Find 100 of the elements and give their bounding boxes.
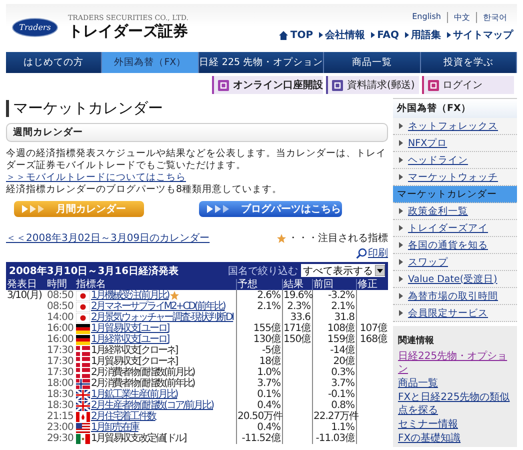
header-link[interactable]: FAQ bbox=[377, 30, 399, 40]
time-cell-text: 14:00 bbox=[46, 312, 74, 323]
indicator-link[interactable]: 1月鉱工業生産(前月比) bbox=[91, 389, 178, 400]
logo-badge[interactable]: Traders bbox=[12, 18, 58, 36]
sidebar-item[interactable]: マーケットウォッチ bbox=[393, 169, 517, 186]
time-cell-text: 08:50 bbox=[46, 290, 74, 301]
sidebar-item[interactable]: トレイダーズアイ bbox=[393, 220, 517, 237]
table-cell: -14億 bbox=[312, 345, 356, 356]
header-link[interactable]: 用語集 bbox=[411, 28, 441, 42]
related-link[interactable]: セミナー情報 bbox=[398, 418, 512, 431]
bullet-icon bbox=[399, 157, 403, 163]
nav-tab[interactable]: はじめての方 bbox=[6, 52, 102, 73]
language-link[interactable]: 中文 bbox=[447, 12, 476, 23]
sidebar-item[interactable]: Value Date(受渡日) bbox=[393, 271, 517, 288]
indicator-link[interactable]: 2月住宅着工件数 bbox=[91, 411, 156, 422]
sidebar-item[interactable]: NFXプロ bbox=[393, 135, 517, 152]
germany-flag-icon bbox=[76, 324, 90, 334]
indicator-link[interactable]: 2月マネーサプライM2+CD(前年比) bbox=[91, 301, 225, 312]
action-button[interactable]: ログイン bbox=[422, 76, 514, 94]
blog-note: 経済指標カレンダーのブログパーツも8種類用意しています。 bbox=[6, 184, 284, 196]
bullet-icon bbox=[399, 225, 403, 231]
indicator-link[interactable]: 1月経常収支[ユーロ] bbox=[91, 334, 169, 345]
nav-tab[interactable]: 外国為替（FX） bbox=[102, 52, 199, 73]
time-cell-text: 17:30 bbox=[46, 367, 74, 378]
sidebar-item[interactable]: 各国の通貨を知る bbox=[393, 237, 517, 254]
intro-text: 今週の経済指標発表スケジュールや結果などを公表します。当カレンダーは、トレイダーズ証券モバイルトレードでもご覧いただけます。 bbox=[6, 148, 387, 172]
bullet-icon bbox=[319, 32, 324, 38]
print-link[interactable]: 印刷 bbox=[356, 246, 388, 260]
table-cell: -5億 bbox=[236, 345, 282, 356]
indicator-name: 1月貿易収支[クローネ] bbox=[91, 356, 178, 367]
indicator-link[interactable]: 1月貿易収支[ユーロ] bbox=[91, 323, 169, 334]
language-link[interactable]: 한국어 bbox=[476, 12, 513, 23]
section-header: 週間カレンダー bbox=[6, 123, 388, 142]
sidebar-item[interactable]: マーケットカレンダー bbox=[393, 186, 517, 203]
table-cell: 107億 bbox=[356, 323, 388, 334]
time-cell-text: 16:00 bbox=[46, 323, 74, 334]
sidebar-item[interactable]: ヘッドライン bbox=[393, 152, 517, 169]
magnifier-icon bbox=[356, 248, 367, 258]
table-cell: 150億 bbox=[282, 334, 312, 345]
japan-flag-icon bbox=[76, 290, 90, 300]
table-cell: 0.4% bbox=[236, 422, 282, 433]
japan-flag-icon bbox=[76, 302, 90, 312]
sidebar-item[interactable]: 為替市場の取引時間 bbox=[393, 288, 517, 305]
time-cell-text: 18:00 bbox=[46, 378, 74, 389]
indicator-link[interactable]: 1月機械受注(前月比) bbox=[91, 290, 169, 301]
nav-tab[interactable]: 日経 225 先物・オプション bbox=[198, 52, 324, 73]
bullet-icon bbox=[399, 140, 403, 146]
mobile-link[interactable]: ＞＞モバイルトレードについてはこちら bbox=[6, 172, 388, 184]
table-cell: 18億 bbox=[236, 356, 282, 367]
action-button[interactable]: 資料請求(郵送) bbox=[326, 76, 418, 94]
calendar-button[interactable]: ブログパーツはこちら bbox=[199, 201, 342, 217]
related-link[interactable]: FXと日経225先物の類似点を探る bbox=[398, 391, 512, 417]
column-header: 修正 bbox=[356, 279, 388, 290]
table-cell: 168億 bbox=[356, 334, 388, 345]
legend-text: ・・・注目される指標 bbox=[288, 232, 388, 245]
indicator-link[interactable]: 2月景気ウォッチャー調査-現状判断DI bbox=[91, 312, 234, 323]
time-cell-text: 16:00 bbox=[46, 334, 74, 345]
action-button[interactable]: オンライン口座開設 bbox=[212, 76, 323, 94]
table-cell: 0.1% bbox=[236, 389, 282, 400]
sidebar-item[interactable]: 政策金利一覧 bbox=[393, 203, 517, 220]
header-link[interactable]: 会社情報 bbox=[325, 28, 366, 42]
language-link[interactable]: English bbox=[406, 12, 447, 23]
nav-tab[interactable]: 投資を学ぶ bbox=[420, 52, 517, 73]
table-cell: 2.3% bbox=[282, 301, 312, 312]
column-header: 指標名 bbox=[75, 279, 236, 290]
related-link[interactable]: 商品一覧 bbox=[398, 377, 512, 390]
indicator-link[interactable]: 1月卸売在庫 bbox=[91, 422, 138, 433]
column-header: 結果 bbox=[282, 279, 312, 290]
time-cell-text: 08:50 bbox=[46, 301, 74, 312]
related-title: 関連情報 bbox=[398, 334, 435, 347]
filter-dropdown[interactable]: すべて表示する bbox=[301, 264, 385, 277]
page-title: マーケットカレンダー bbox=[6, 100, 388, 117]
bullet-icon bbox=[399, 208, 403, 214]
denmark-flag-icon bbox=[76, 346, 90, 356]
bullet-icon bbox=[405, 32, 409, 38]
table-cell: -3.2% bbox=[312, 290, 356, 301]
filter-label: 国名で絞り込む bbox=[228, 264, 298, 278]
usa-flag-icon bbox=[76, 422, 90, 432]
bullet-icon bbox=[399, 174, 403, 180]
header-link[interactable]: サイトマップ bbox=[453, 28, 513, 42]
header-link[interactable]: TOP bbox=[290, 30, 314, 40]
table-cell: 130億 bbox=[236, 334, 282, 345]
related-link[interactable]: 日経225先物・オプション bbox=[398, 350, 512, 376]
table-title: 2008年3月10日～3月16日経済発表 bbox=[9, 264, 179, 278]
sidebar-item[interactable]: 会員限定サービス bbox=[393, 305, 517, 322]
nav-tab[interactable]: 商品一覧 bbox=[324, 52, 421, 73]
canada-flag-icon bbox=[76, 412, 90, 422]
mexico-flag-icon bbox=[76, 434, 90, 444]
bullet-icon bbox=[399, 293, 403, 299]
time-cell-text: 21:15 bbox=[46, 411, 74, 422]
germany-flag-icon bbox=[76, 334, 90, 344]
related-link[interactable]: FXの基礎知識 bbox=[398, 432, 512, 445]
sidebar-item[interactable]: ネットフォレックス bbox=[393, 118, 517, 135]
indicator-link[interactable]: 2月生産者物価指数(コア/前月比) bbox=[91, 400, 214, 411]
sidebar-item[interactable]: スワップ bbox=[393, 254, 517, 271]
previous-week-link[interactable]: ＜＜2008年3月02日～3月09日のカレンダー bbox=[6, 231, 210, 245]
table-cell: 1.0% bbox=[236, 367, 282, 378]
column-header: 予想 bbox=[236, 279, 282, 290]
table-cell: 0.3% bbox=[312, 367, 356, 378]
table-cell: -0.1% bbox=[312, 389, 356, 400]
